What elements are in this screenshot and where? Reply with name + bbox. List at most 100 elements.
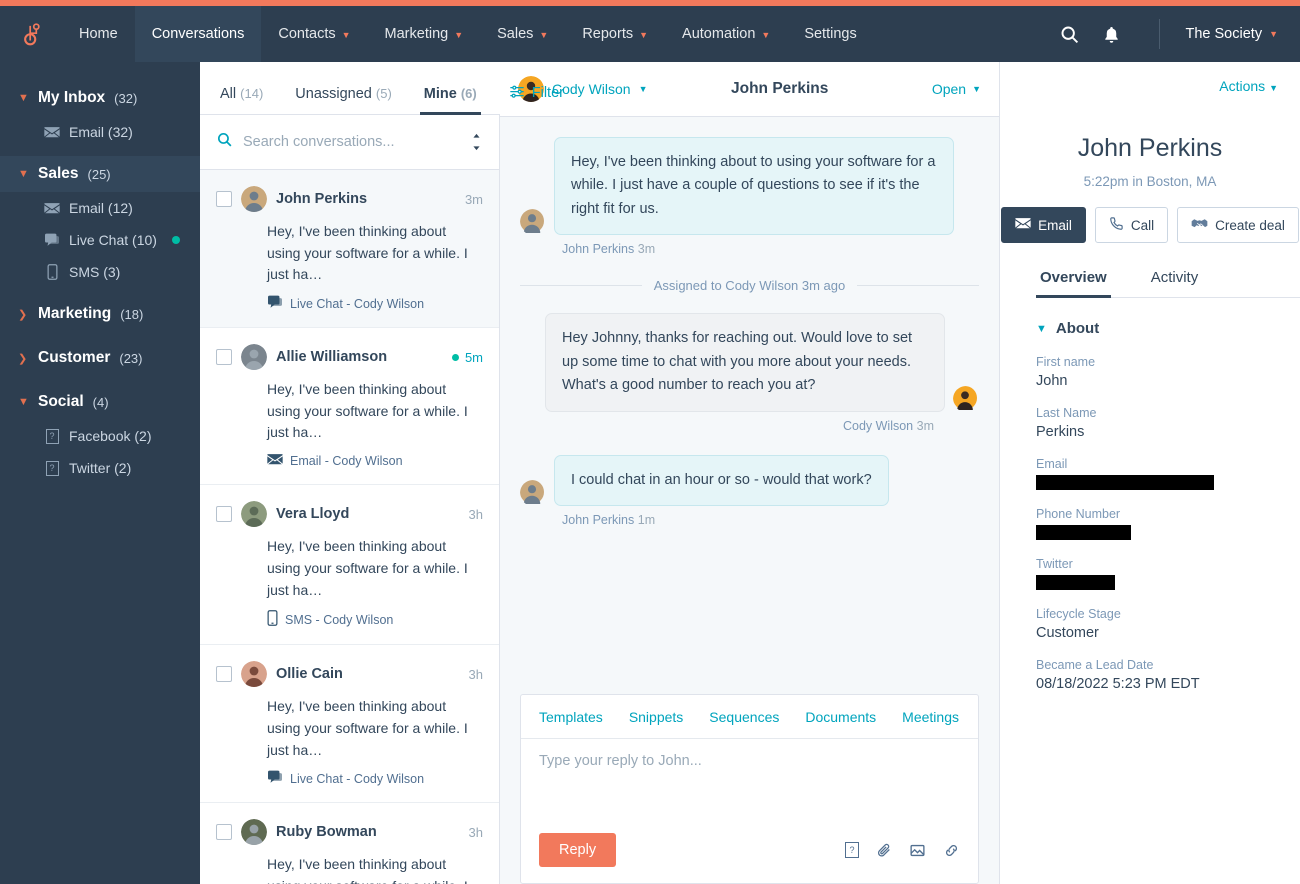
paperclip-icon[interactable] <box>876 842 892 859</box>
contact-button-label: Call <box>1130 217 1155 233</box>
avatar <box>520 209 546 235</box>
about-section-toggle[interactable]: ▼ About <box>1036 320 1300 337</box>
sidebar-group-label: Sales <box>38 165 79 182</box>
sidebar-group-my-inbox[interactable]: ▼ My Inbox (32) <box>0 80 200 116</box>
sidebar-item-count: (3) <box>103 264 121 280</box>
sms-icon <box>44 264 60 280</box>
image-icon[interactable] <box>909 842 926 859</box>
sidebar-item-count: (12) <box>107 200 133 216</box>
composer-tab-templates[interactable]: Templates <box>539 709 603 725</box>
sidebar-group-marketing[interactable]: ❯ Marketing (18) <box>0 296 200 332</box>
thread-status-menu[interactable]: Open ▼ <box>932 81 981 97</box>
about-label: About <box>1055 320 1100 337</box>
sidebar-item-facebook[interactable]: ? Facebook (2) <box>0 420 200 452</box>
inbox-sidebar: ▼ My Inbox (32) Email (32) ▼ Sales (25) … <box>0 62 200 884</box>
contact-button-label: Create deal <box>1215 217 1285 233</box>
chevron-down-icon: ▼ <box>639 30 649 40</box>
sidebar-group-label: Social <box>38 393 84 410</box>
link-icon[interactable] <box>943 842 960 859</box>
nav-item-label: Settings <box>804 26 857 42</box>
chevron-down-icon: ▼ <box>454 30 464 40</box>
contact-tab-overview[interactable]: Overview <box>1036 269 1111 298</box>
contact-field: First name John <box>1036 355 1300 389</box>
redacted-value <box>1036 525 1131 540</box>
nav-item-contacts[interactable]: Contacts ▼ <box>261 6 367 62</box>
message-time: 1m <box>637 513 656 528</box>
conversation-checkbox[interactable] <box>216 824 232 841</box>
contact-create-deal-button[interactable]: Create deal <box>1177 207 1299 243</box>
sidebar-group-social[interactable]: ▼ Social (4) <box>0 384 200 420</box>
contact-call-button[interactable]: Call <box>1094 207 1169 243</box>
contact-fields: First name John Last Name Perkins Email … <box>1036 355 1300 709</box>
contact-tab-activity[interactable]: Activity <box>1151 269 1199 297</box>
sidebar-group-customer[interactable]: ❯ Customer (23) <box>0 340 200 376</box>
conversation-list-item[interactable]: Ruby Bowman 3h Hey, I've been thinking a… <box>200 803 499 884</box>
app-root: Home Conversations Contacts ▼ Marketing … <box>0 0 1300 884</box>
sidebar-item-count: (32) <box>107 124 133 140</box>
handshake-icon <box>1191 217 1208 233</box>
nav-item-home[interactable]: Home <box>62 6 135 62</box>
nav-item-conversations[interactable]: Conversations <box>134 6 262 62</box>
conversation-list-item[interactable]: John Perkins 3m Hey, I've been thinking … <box>200 170 499 329</box>
composer-body[interactable]: Type your reply to John... <box>521 739 978 833</box>
hubspot-sprocket-icon <box>24 23 40 46</box>
conversation-list-item[interactable]: Vera Lloyd 3h Hey, I've been thinking ab… <box>200 485 499 646</box>
conversation-contact-name: Ollie Cain <box>276 666 343 683</box>
message-author: John Perkins <box>562 513 635 528</box>
contact-field-value: John <box>1036 373 1068 389</box>
conversation-list: John Perkins 3m Hey, I've been thinking … <box>200 170 499 884</box>
conversation-channel: Live Chat - Cody Wilson <box>267 770 483 787</box>
composer-tab-meetings[interactable]: Meetings <box>902 709 959 725</box>
account-menu[interactable]: The Society ▼ <box>1180 6 1300 62</box>
conversation-list-item[interactable]: Allie Williamson 5m Hey, I've been think… <box>200 328 499 486</box>
composer-footer: Reply ? <box>521 833 978 883</box>
chevron-down-icon: ▼ <box>761 30 771 40</box>
nav-item-settings[interactable]: Settings <box>787 6 873 62</box>
sidebar-group-sales[interactable]: ▼ Sales (25) <box>0 156 200 192</box>
nav-item-marketing[interactable]: Marketing ▼ <box>368 6 481 62</box>
conversation-list-item[interactable]: Ollie Cain 3h Hey, I've been thinking ab… <box>200 645 499 804</box>
conversation-checkbox[interactable] <box>216 506 232 523</box>
sidebar-item-live-chat[interactable]: Live Chat (10) <box>0 224 200 256</box>
tab-all[interactable]: All (14) <box>220 86 263 114</box>
reply-button[interactable]: Reply <box>539 833 617 867</box>
nav-item-sales[interactable]: Sales ▼ <box>480 6 565 62</box>
actions-label: Actions <box>1219 78 1266 94</box>
nav-item-automation[interactable]: Automation ▼ <box>665 6 787 62</box>
sidebar-item-twitter[interactable]: ? Twitter (2) <box>0 452 200 484</box>
composer-tab-snippets[interactable]: Snippets <box>629 709 683 725</box>
conversation-checkbox[interactable] <box>216 349 232 366</box>
sidebar-item-email[interactable]: Email (32) <box>0 116 200 148</box>
sort-updown-icon[interactable] <box>470 133 483 151</box>
conversation-timestamp: 3h <box>469 667 483 682</box>
message-meta: John Perkins 3m <box>562 242 979 256</box>
nav-item-label: Automation <box>682 26 756 42</box>
filter-button[interactable]: Filter <box>509 84 564 114</box>
nav-item-label: Conversations <box>151 26 245 42</box>
contact-email-button[interactable]: Email <box>1001 207 1086 243</box>
sidebar-item-sms[interactable]: SMS (3) <box>0 256 200 288</box>
missing-glyph-icon[interactable]: ? <box>845 842 859 858</box>
top-navbar: Home Conversations Contacts ▼ Marketing … <box>0 6 1300 62</box>
composer-tab-sequences[interactable]: Sequences <box>709 709 779 725</box>
chevron-down-icon: ▼ <box>539 30 549 40</box>
conversation-channel-label: Live Chat - Cody Wilson <box>290 771 425 786</box>
sidebar-item-email[interactable]: Email (12) <box>0 192 200 224</box>
tab-mine[interactable]: Mine (6) <box>419 86 481 115</box>
nav-item-reports[interactable]: Reports ▼ <box>565 6 665 62</box>
actions-menu[interactable]: Actions ▼ <box>1219 78 1278 94</box>
bell-icon[interactable] <box>1102 24 1121 45</box>
conversation-checkbox[interactable] <box>216 191 232 207</box>
contact-local-time: 5:22pm in Boston, MA <box>1083 174 1217 189</box>
body-row: ▼ My Inbox (32) Email (32) ▼ Sales (25) … <box>0 62 1300 884</box>
message-time: 3m <box>916 418 934 433</box>
search-input[interactable] <box>243 134 460 150</box>
composer-tab-documents[interactable]: Documents <box>805 709 876 725</box>
hubspot-sprocket-logo[interactable] <box>0 6 62 62</box>
conversation-channel-label: SMS - Cody Wilson <box>285 612 394 627</box>
search-icon[interactable] <box>1059 24 1080 45</box>
conversation-checkbox[interactable] <box>216 666 232 683</box>
tab-unassigned[interactable]: Unassigned (5) <box>295 86 392 114</box>
thread-owner-menu[interactable]: Cody Wilson ▼ <box>552 81 648 97</box>
conversation-list-column: All (14) Unassigned (5) Mine (6) Filter <box>200 62 1000 884</box>
